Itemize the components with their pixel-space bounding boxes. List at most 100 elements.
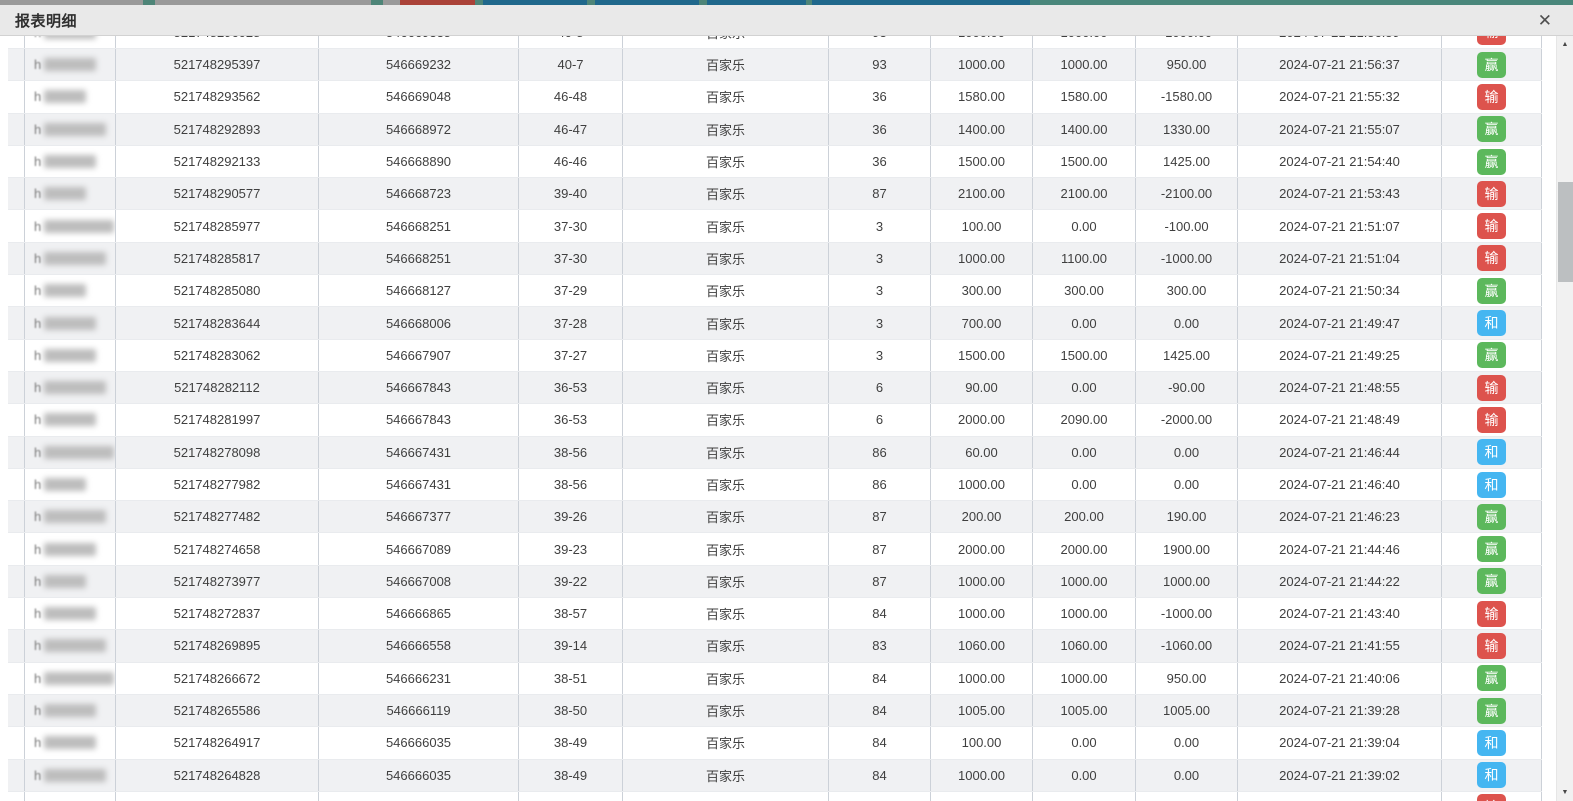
cell-valid-amount: 0.00 [1033, 437, 1136, 468]
cell-round-number: 39-40 [519, 178, 623, 209]
cell-valid-amount [1033, 792, 1136, 801]
cell-valid-amount: 0.00 [1033, 307, 1136, 338]
table-row: h 521748278098 546667431 38-56 百家乐 86 60… [8, 437, 1542, 469]
cell-serial-number: 546667907 [319, 340, 519, 371]
scrollbar-thumb[interactable] [1558, 182, 1573, 282]
cell-valid-amount: 1000.00 [1033, 598, 1136, 629]
cell-game-type: 百家乐 [623, 307, 829, 338]
cell-win-loss: 300.00 [1136, 275, 1238, 306]
cell-bet-amount: 300.00 [931, 275, 1033, 306]
cell-valid-amount: 1400.00 [1033, 114, 1136, 145]
cell-table-number: 87 [829, 178, 931, 209]
username-masked-text: h [34, 574, 41, 589]
cell-table-number [829, 792, 931, 801]
cell-result: 赢 [1442, 275, 1542, 306]
username-blur [44, 672, 114, 685]
result-badge: 输 [1477, 36, 1506, 45]
result-badge: 赢 [1477, 116, 1506, 142]
cell-valid-amount: 1005.00 [1033, 695, 1136, 726]
cell-bet-amount: 1000.00 [931, 760, 1033, 791]
cell-bet-amount: 1500.00 [931, 340, 1033, 371]
cell-win-loss: -2100.00 [1136, 178, 1238, 209]
cell-serial-number: 546669048 [319, 81, 519, 112]
cell-round-number: 36-53 [519, 404, 623, 435]
cell-bet-time: 2024-07-21 21:46:44 [1238, 437, 1442, 468]
cell-bet-amount: 1580.00 [931, 81, 1033, 112]
scroll-down-icon[interactable]: ▼ [1557, 784, 1573, 801]
cell-serial-number: 546668251 [319, 210, 519, 241]
scroll-up-icon[interactable]: ▲ [1557, 36, 1573, 53]
cell-bet-time: 2024-07-21 21:55:07 [1238, 114, 1442, 145]
cell-win-loss: 1005.00 [1136, 695, 1238, 726]
vertical-scrollbar[interactable]: ▲ ▼ [1556, 36, 1573, 801]
username-blur [44, 58, 96, 71]
result-badge: 赢 [1477, 278, 1506, 304]
cell-bet-time: 2024-07-21 21:40:06 [1238, 663, 1442, 694]
cell-table-number: 83 [829, 630, 931, 661]
username-blur [44, 413, 96, 426]
username-blur [44, 90, 86, 103]
cell-serial-number: 546667843 [319, 372, 519, 403]
cell-order-number: 521748285977 [116, 210, 319, 241]
cell-username: h [8, 36, 116, 48]
cell-serial-number: 546666035 [319, 760, 519, 791]
result-badge: 赢 [1477, 665, 1506, 691]
table-row: h 521748285080 546668127 37-29 百家乐 3 300… [8, 275, 1542, 307]
cell-bet-amount: 1000.00 [931, 469, 1033, 500]
cell-valid-amount: 0.00 [1033, 210, 1136, 241]
cell-game-type: 百家乐 [623, 146, 829, 177]
cell-win-loss: 1330.00 [1136, 114, 1238, 145]
cell-result: 和 [1442, 437, 1542, 468]
table-row: h 521748277482 546667377 39-26 百家乐 87 20… [8, 501, 1542, 533]
table-row: h 521748266672 546666231 38-51 百家乐 84 10… [8, 663, 1542, 695]
cell-win-loss: -1000.00 [1136, 243, 1238, 274]
cell-round-number: 38-56 [519, 469, 623, 500]
username-blur [44, 446, 114, 459]
cell-game-type: 百家乐 [623, 630, 829, 661]
cell-game-type: 百家乐 [623, 501, 829, 532]
cell-table-number: 3 [829, 243, 931, 274]
result-badge: 赢 [1477, 504, 1506, 530]
result-badge: 输 [1477, 245, 1506, 271]
result-badge: 和 [1477, 762, 1506, 788]
username-masked-text: h [34, 348, 41, 363]
cell-order-number: 521748265586 [116, 695, 319, 726]
cell-table-number: 36 [829, 146, 931, 177]
cell-game-type: 百家乐 [623, 243, 829, 274]
cell-order-number: 521748273977 [116, 566, 319, 597]
username-masked-text: h [34, 186, 41, 201]
cell-table-number: 87 [829, 533, 931, 564]
cell-order-number: 521748293562 [116, 81, 319, 112]
cell-win-loss: 950.00 [1136, 49, 1238, 80]
cell-result: 和 [1442, 307, 1542, 338]
cell-bet-time: 2024-07-21 21:39:02 [1238, 760, 1442, 791]
table-row: h 521748269895 546666558 39-14 百家乐 83 10… [8, 630, 1542, 662]
cell-username: h [8, 340, 116, 371]
cell-bet-amount: 1005.00 [931, 695, 1033, 726]
cell-order-number: 521748282112 [116, 372, 319, 403]
result-badge: 输 [1477, 633, 1506, 659]
cell-serial-number: 546667843 [319, 404, 519, 435]
cell-valid-amount: 2090.00 [1033, 404, 1136, 435]
username-masked-text: h [34, 380, 41, 395]
username-masked-text: h [34, 703, 41, 718]
table-row: h 521748283644 546668006 37-28 百家乐 3 700… [8, 307, 1542, 339]
cell-game-type: 百家乐 [623, 469, 829, 500]
cell-table-number: 84 [829, 598, 931, 629]
username-masked-text: h [34, 735, 41, 750]
cell-order-number: 521748272837 [116, 598, 319, 629]
username-masked-text: h [34, 509, 41, 524]
cell-username: h [8, 727, 116, 758]
username-blur [44, 704, 96, 717]
cell-bet-time: 2024-07-21 21:56:59 [1238, 36, 1442, 48]
cell-bet-amount: 1060.00 [931, 630, 1033, 661]
cell-table-number: 84 [829, 727, 931, 758]
background-app-tabs-strip [0, 0, 1573, 5]
cell-result: 输 [1442, 210, 1542, 241]
cell-bet-amount: 2000.00 [931, 404, 1033, 435]
cell-game-type: 百家乐 [623, 36, 829, 48]
cell-username: h [8, 178, 116, 209]
close-icon[interactable]: ✕ [1532, 10, 1558, 31]
result-badge: 和 [1477, 310, 1506, 336]
cell-win-loss: 1425.00 [1136, 146, 1238, 177]
